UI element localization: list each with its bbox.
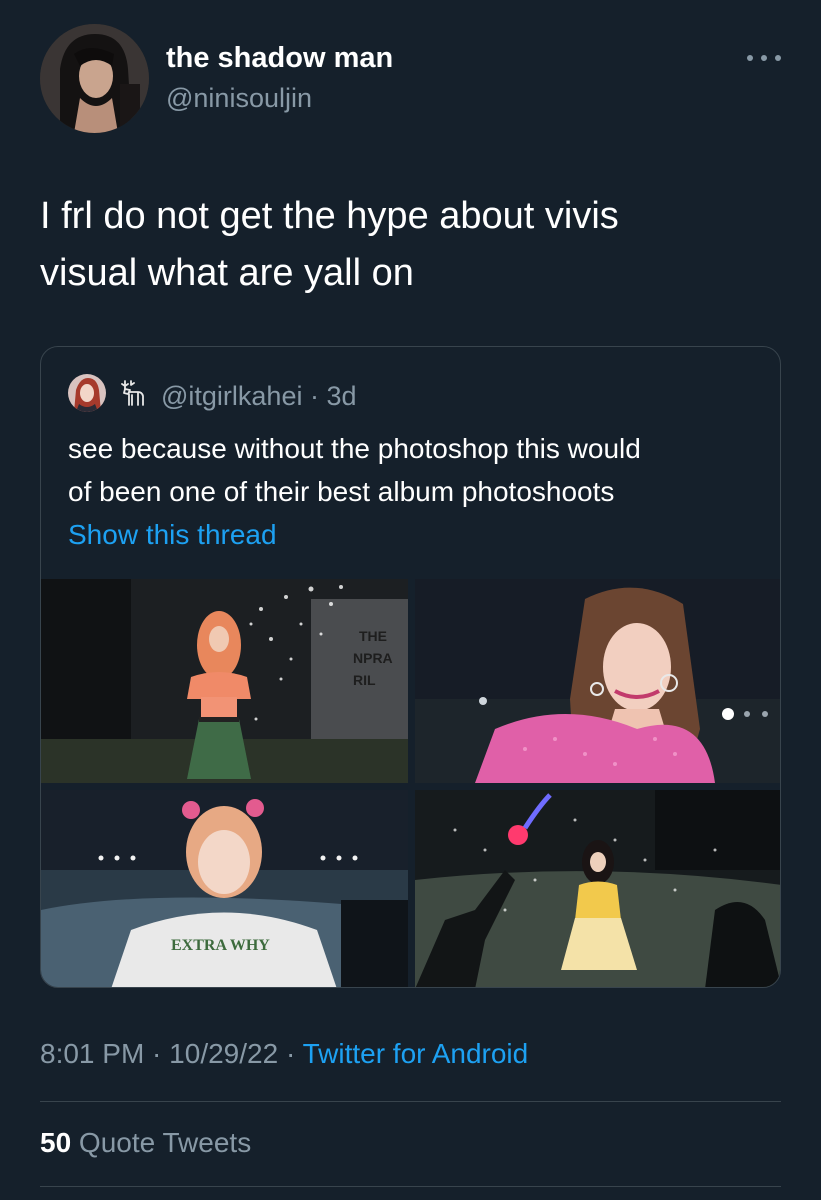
divider (40, 1101, 781, 1102)
photo-bg-text: NPRA (353, 650, 393, 666)
dot-icon (761, 55, 767, 61)
photo-1-image: THE NPRA RIL (41, 579, 408, 783)
photo-2-image (415, 579, 780, 783)
quoted-author-avatar[interactable] (68, 374, 106, 412)
quoted-text-line: of been one of their best album photosho… (68, 476, 615, 507)
author-handle[interactable]: @ninisouljin (166, 83, 312, 114)
tweet-time[interactable]: 8:01 PM (40, 1038, 144, 1069)
deer-emoji-icon (121, 380, 144, 406)
profile-photo-icon (40, 24, 149, 133)
tweet-text-line: visual what are yall on (40, 252, 414, 294)
tweet-text-line: I frl do not get the hype about vivis (40, 195, 619, 237)
divider (40, 1186, 781, 1187)
show-thread-link[interactable]: Show this thread (68, 519, 277, 551)
dot-icon (747, 55, 753, 61)
photo-3-image: EXTRA WHY (41, 790, 408, 987)
photo-white-extra-shirt[interactable]: EXTRA WHY (41, 790, 408, 987)
photo-yellow-dress-night[interactable] (415, 790, 780, 987)
photo-shirt-text: EXTRA WHY (171, 937, 270, 954)
author-display-name[interactable]: the shadow man (166, 42, 393, 75)
photo-bg-text: RIL (353, 672, 376, 688)
meta-separator: · (278, 1038, 303, 1069)
tweet-date[interactable]: 10/29/22 (169, 1038, 278, 1069)
dot-icon (775, 55, 781, 61)
quoted-tweet-text: see because without the photoshop this w… (68, 427, 768, 513)
photo-4-image (415, 790, 780, 987)
tweet-source-link[interactable]: Twitter for Android (303, 1038, 529, 1069)
tweet-text: I frl do not get the hype about vivis vi… (40, 188, 780, 302)
photo-pink-sequin-top[interactable] (415, 579, 780, 783)
quoted-profile-photo-icon (68, 374, 106, 412)
more-options-icon[interactable] (747, 50, 781, 66)
quoted-tweet-card[interactable]: @itgirlkahei · 3d see because without th… (40, 346, 781, 988)
tweet-meta: 8:01 PM · 10/29/22 · Twitter for Android (40, 1038, 528, 1070)
meta-separator: · (144, 1038, 170, 1069)
author-avatar[interactable] (40, 24, 149, 133)
photo-orange-hair-green-skirt[interactable]: THE NPRA RIL (41, 579, 408, 783)
quoted-text-line: see because without the photoshop this w… (68, 433, 641, 464)
quote-count-number: 50 (40, 1127, 72, 1158)
quote-tweets-count[interactable]: 50 Quote Tweets (40, 1127, 251, 1159)
quote-count-label: Quote Tweets (71, 1127, 252, 1158)
quoted-handle-and-time[interactable]: @itgirlkahei · 3d (161, 381, 357, 412)
photo-grid: THE NPRA RIL EXTRA WHY (41, 579, 780, 987)
photo-bg-text: THE (359, 628, 387, 644)
